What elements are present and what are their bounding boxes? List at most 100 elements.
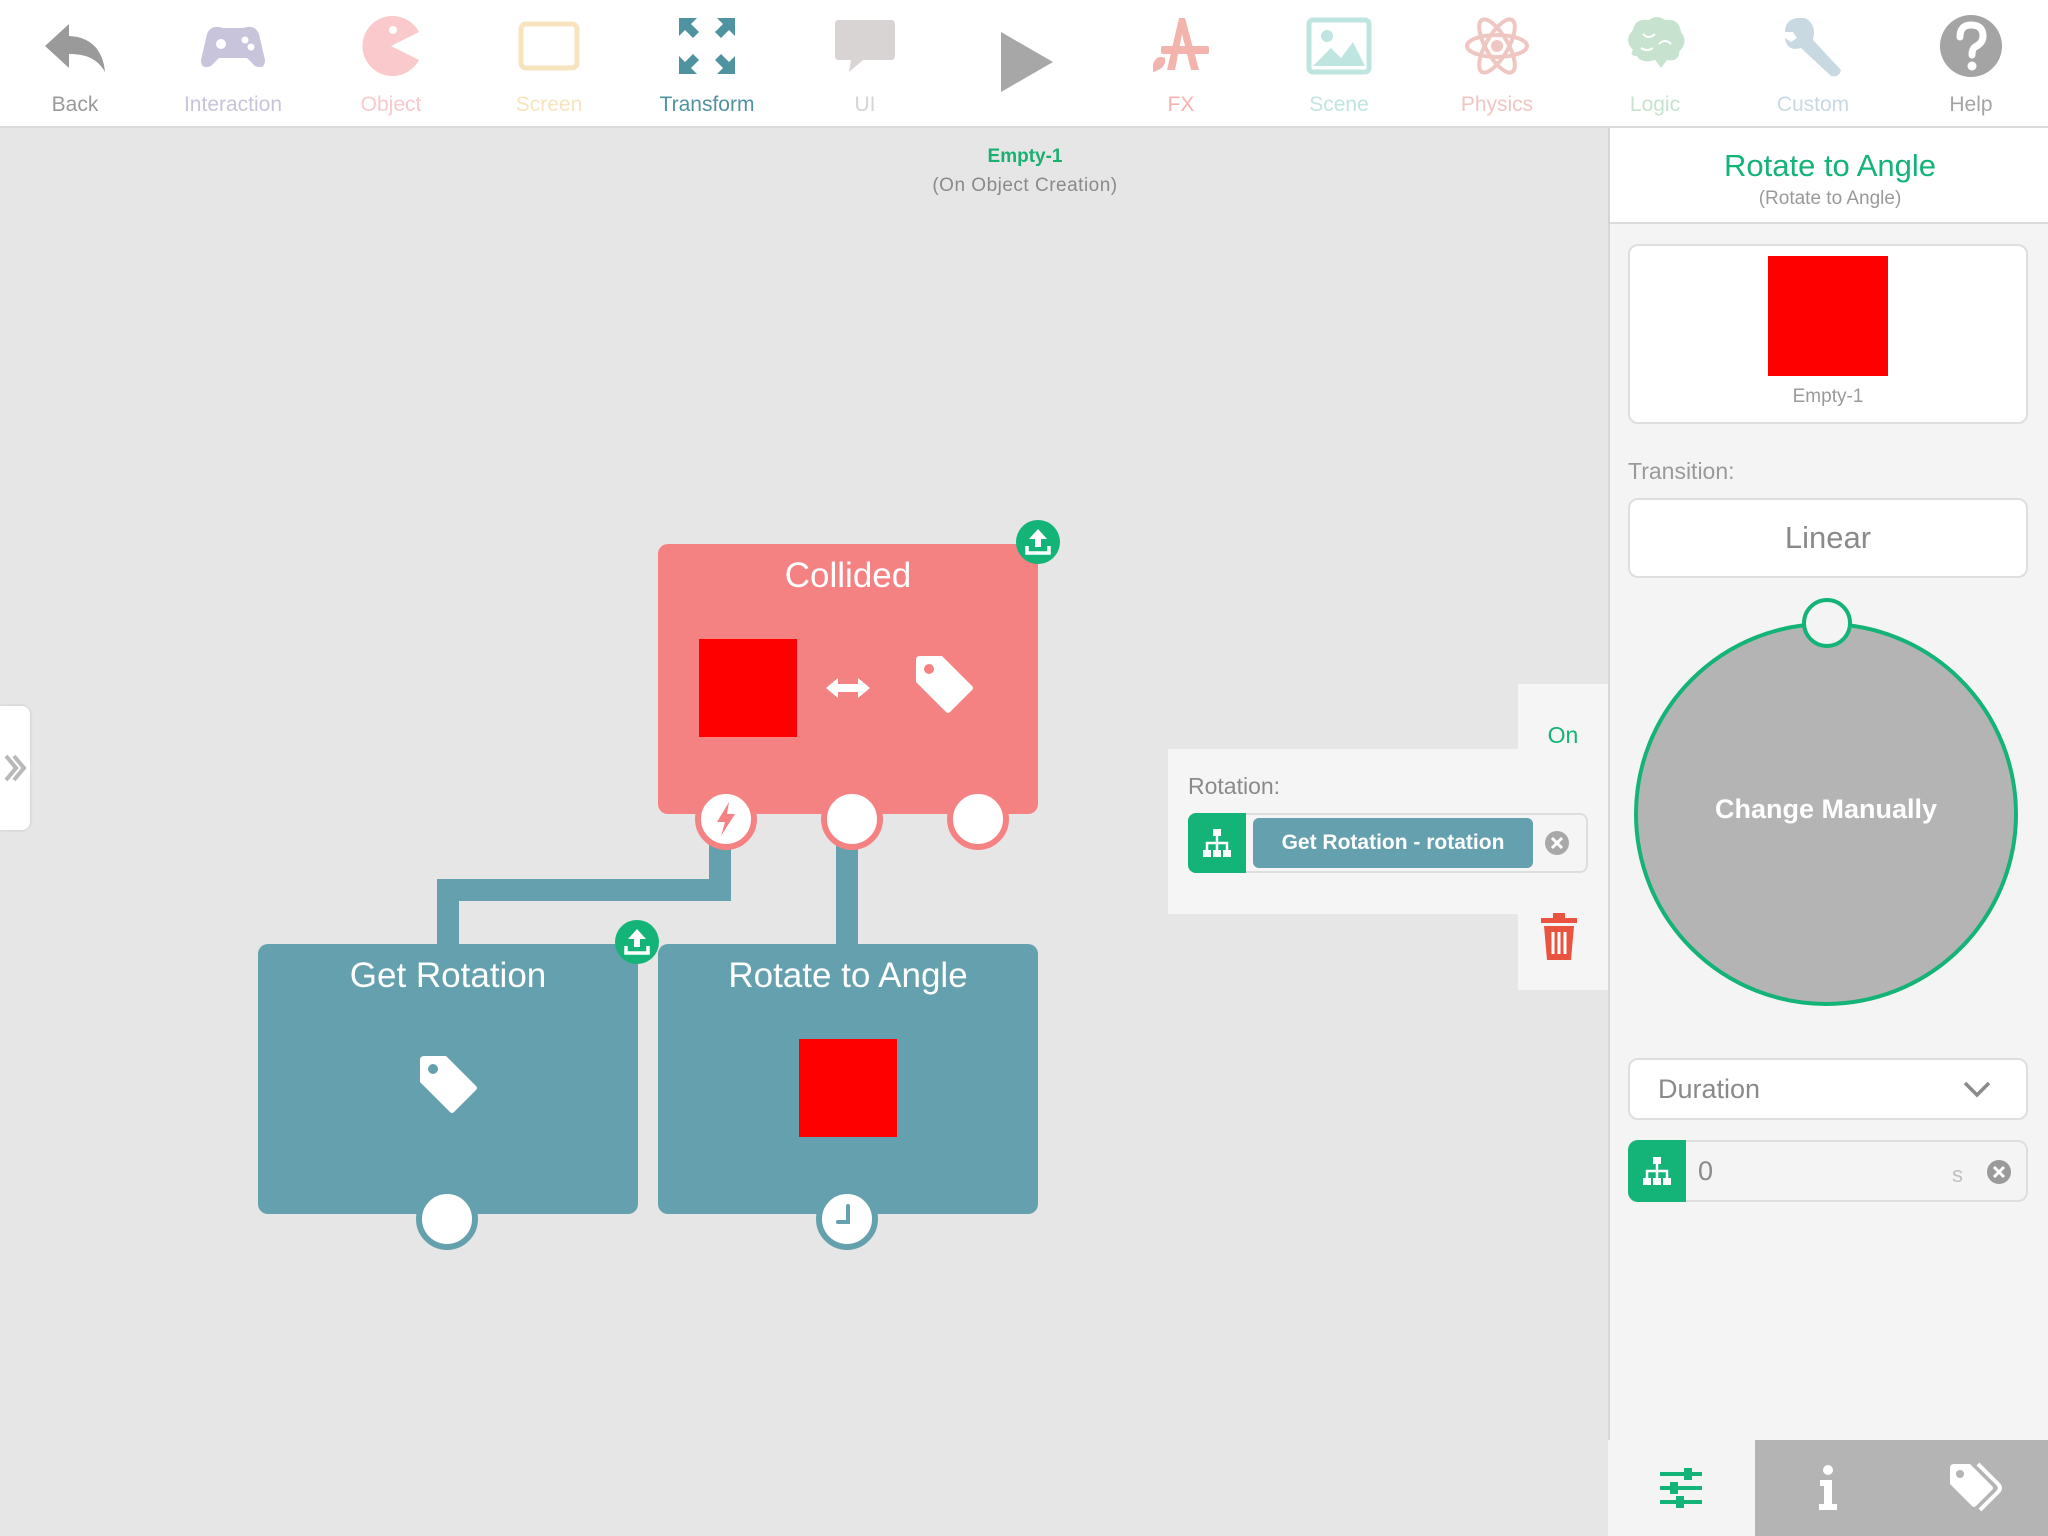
object-name: Empty-1 <box>1792 386 1864 407</box>
get-rotation-node[interactable]: Get Rotation <box>258 944 638 1214</box>
interaction-label: Interaction <box>183 93 283 116</box>
atom-icon <box>1465 17 1529 75</box>
chevron-down-icon <box>1963 1081 1991 1098</box>
variable-link-button[interactable] <box>1628 1140 1686 1202</box>
tab-tags[interactable] <box>1902 1440 2048 1536</box>
logic-button[interactable]: Logic <box>1580 0 1730 126</box>
screen-label: Screen <box>515 93 583 116</box>
ui-label: UI <box>854 93 876 116</box>
transition-value: Linear <box>1784 520 1872 555</box>
upload-icon <box>1025 529 1051 555</box>
speech-bubble-icon <box>835 20 895 72</box>
clear-icon[interactable] <box>1544 830 1570 856</box>
wrench-icon <box>1785 18 1841 77</box>
play-button[interactable] <box>948 0 1098 126</box>
collided-trigger-port[interactable] <box>695 788 757 850</box>
inspector-panel: Rotate to Angle (Rotate to Angle) Empty-… <box>1608 128 2048 1536</box>
double-arrow-icon <box>826 678 870 698</box>
transform-button[interactable]: Transform <box>632 0 782 126</box>
back-button[interactable]: Back <box>0 0 150 126</box>
ui-button[interactable]: UI <box>790 0 940 126</box>
tag-icon <box>420 1056 477 1113</box>
help-label: Help <box>1949 93 1993 116</box>
rotation-value-field[interactable]: Get Rotation - rotation <box>1188 813 1588 873</box>
pacman-icon <box>362 16 419 77</box>
scene-label: Scene <box>1309 93 1369 116</box>
interaction-button[interactable]: Interaction <box>158 0 308 126</box>
rotate-to-angle-node-title: Rotate to Angle <box>728 956 968 995</box>
lightning-icon <box>717 802 735 836</box>
transform-arrows-icon <box>679 18 735 74</box>
collided-output-port-2[interactable] <box>821 788 883 850</box>
inspector-title: Rotate to Angle <box>1724 148 1936 183</box>
custom-label: Custom <box>1776 93 1850 116</box>
dial-handle[interactable] <box>1802 598 1852 648</box>
object-label: Object <box>360 93 422 116</box>
collided-output-port-3[interactable] <box>947 788 1009 850</box>
clock-icon <box>836 1204 850 1224</box>
duration-field[interactable]: 0 s <box>1628 1140 2028 1202</box>
collided-upload-badge[interactable] <box>1016 520 1060 564</box>
physics-button[interactable]: Physics <box>1422 0 1572 126</box>
fx-button[interactable]: FX <box>1106 0 1256 126</box>
play-icon <box>1001 32 1053 92</box>
object-button[interactable]: Object <box>316 0 466 126</box>
duration-label: Duration <box>1658 1074 1761 1104</box>
object-thumbnail <box>799 1039 897 1137</box>
fx-brush-icon <box>1153 18 1209 72</box>
inspector-header: Rotate to Angle (Rotate to Angle) <box>1610 128 2048 224</box>
context-trigger: (On Object Creation) <box>932 175 1118 196</box>
dial-label: Change Manually <box>1714 794 1938 824</box>
picture-icon <box>1306 17 1372 75</box>
help-button[interactable]: Help <box>1896 0 2046 126</box>
object-thumbnail <box>699 639 797 737</box>
get-rotation-node-title: Get Rotation <box>349 956 547 995</box>
sliders-icon <box>1660 1468 1702 1508</box>
top-toolbar: Back Interaction Object Screen Transform… <box>0 0 2048 128</box>
scene-button[interactable]: Scene <box>1264 0 1414 126</box>
library-drawer-tab[interactable] <box>0 706 30 830</box>
tags-icon <box>1950 1462 2002 1512</box>
get-rotation-output-port[interactable] <box>416 1188 478 1250</box>
transform-label: Transform <box>659 93 755 116</box>
screen-button[interactable]: Screen <box>474 0 624 126</box>
tab-parameters[interactable] <box>1608 1440 1755 1536</box>
clear-icon[interactable] <box>1986 1159 2012 1185</box>
hierarchy-icon <box>1643 1157 1671 1185</box>
fx-label: FX <box>1167 93 1195 116</box>
trash-icon[interactable] <box>1537 912 1581 962</box>
logic-label: Logic <box>1629 93 1681 116</box>
brain-icon <box>1628 17 1685 68</box>
angle-dial[interactable]: Change Manually <box>1634 622 2018 1006</box>
rotation-parameter-panel: Rotation: Get Rotation - rotation <box>1168 749 1608 914</box>
variable-link-button[interactable] <box>1188 813 1246 873</box>
inspector-tabs <box>1608 1440 2048 1536</box>
object-card[interactable]: Empty-1 <box>1628 244 2028 424</box>
question-icon <box>1940 15 2002 77</box>
duration-value[interactable]: 0 <box>1698 1156 1713 1187</box>
custom-button[interactable]: Custom <box>1738 0 1888 126</box>
inspector-subtitle: (Rotate to Angle) <box>1758 188 1902 209</box>
rotate-to-angle-timer-port[interactable] <box>816 1188 878 1250</box>
info-icon <box>1819 1465 1837 1510</box>
chevron-right-icon <box>4 754 27 782</box>
collided-node[interactable]: Collided <box>658 544 1038 814</box>
gamepad-icon <box>201 26 265 68</box>
rotate-to-angle-node[interactable]: Rotate to Angle <box>658 944 1038 1214</box>
tab-info[interactable] <box>1755 1440 1902 1536</box>
upload-icon <box>624 929 650 955</box>
get-rotation-upload-badge[interactable] <box>615 920 659 964</box>
transition-select[interactable]: Linear <box>1628 498 2028 578</box>
transition-label: Transition: <box>1628 458 1735 484</box>
tag-icon <box>916 656 973 713</box>
collided-node-title: Collided <box>784 556 912 595</box>
rotation-variable-chip[interactable]: Get Rotation - rotation <box>1253 818 1533 868</box>
duration-dropdown[interactable]: Duration <box>1628 1058 2028 1120</box>
duration-unit: s <box>1952 1162 1963 1187</box>
tablet-icon <box>518 21 580 71</box>
rotation-label: Rotation: <box>1188 773 1281 799</box>
object-thumbnail <box>1768 256 1888 376</box>
hierarchy-icon <box>1203 829 1231 857</box>
back-label: Back <box>51 93 99 116</box>
on-toggle[interactable]: On <box>1518 722 1608 749</box>
